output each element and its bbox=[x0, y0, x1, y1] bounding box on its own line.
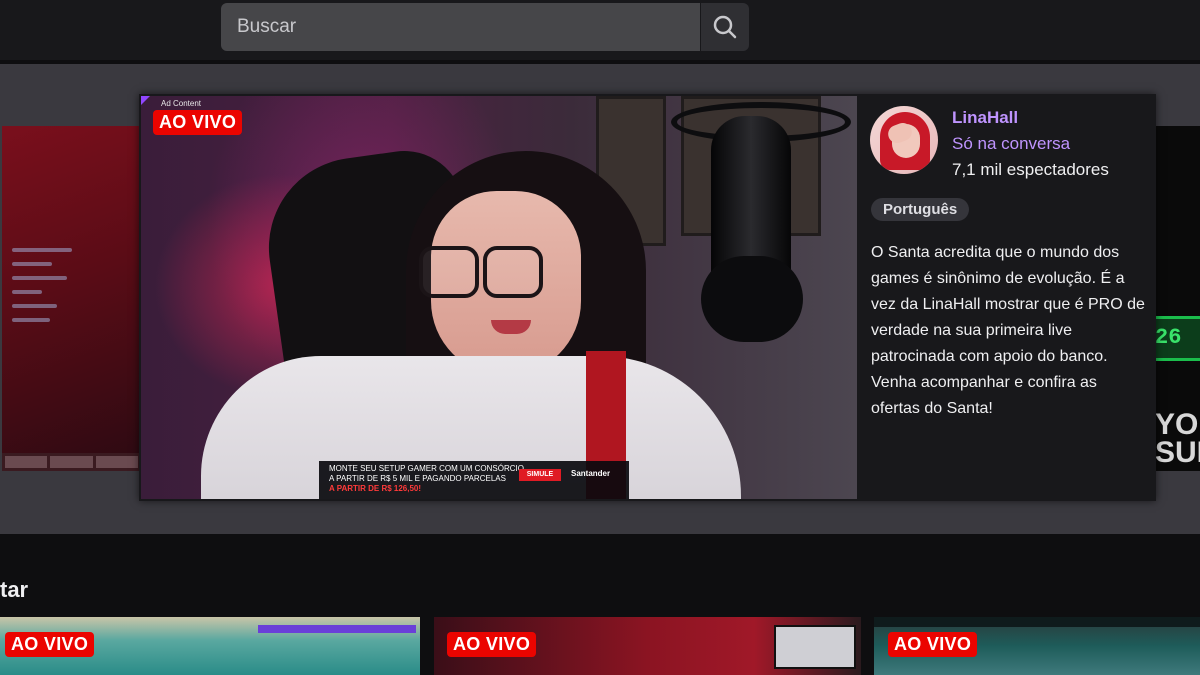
webcam-overlay bbox=[774, 625, 856, 669]
thumbnail-strip bbox=[2, 453, 141, 471]
search-icon bbox=[713, 15, 737, 39]
chat-line bbox=[12, 276, 67, 280]
carousel-card-next[interactable]: 26 YO SUM bbox=[1155, 126, 1200, 471]
overlay-text: YO SUM bbox=[1155, 408, 1200, 469]
stream-video-preview[interactable]: MONTE SEU SETUP GAMER COM UM CONSÓRCIO A… bbox=[141, 96, 857, 499]
chat-line bbox=[12, 290, 42, 294]
stream-thumbnail[interactable]: AO VIVO bbox=[434, 617, 861, 675]
hud-bar bbox=[258, 625, 416, 633]
category-link[interactable]: Só na conversa bbox=[952, 134, 1070, 154]
live-badge: AO VIVO bbox=[888, 632, 978, 657]
live-badge: AO VIVO bbox=[5, 632, 95, 657]
sponsor-overlay: MONTE SEU SETUP GAMER COM UM CONSÓRCIO A… bbox=[319, 461, 629, 499]
glasses-left bbox=[419, 246, 479, 298]
timer-display: 26 bbox=[1155, 316, 1200, 361]
chat-line bbox=[12, 248, 72, 252]
channel-avatar[interactable] bbox=[870, 106, 938, 174]
stream-thumbnail[interactable]: AO VIVO bbox=[0, 617, 420, 675]
live-badge: AO VIVO bbox=[447, 632, 537, 657]
channel-name-link[interactable]: LinaHall bbox=[952, 108, 1018, 128]
featured-stream-card: MONTE SEU SETUP GAMER COM UM CONSÓRCIO A… bbox=[139, 94, 1156, 501]
chat-line bbox=[12, 318, 50, 322]
glasses-right bbox=[483, 246, 543, 298]
top-nav-bar bbox=[0, 0, 1200, 62]
search-bar bbox=[221, 3, 749, 51]
search-button[interactable] bbox=[701, 3, 749, 51]
chat-line bbox=[12, 304, 57, 308]
language-tag[interactable]: Português bbox=[871, 198, 970, 221]
carousel-card-previous[interactable] bbox=[2, 126, 141, 471]
simule-button: SIMULE bbox=[519, 469, 561, 481]
ad-content-label: Ad Content bbox=[161, 99, 202, 108]
sponsor-logo: Santander bbox=[571, 469, 611, 478]
corner-indicator bbox=[141, 96, 150, 105]
stream-description: O Santa acredita que o mundo dos games é… bbox=[871, 244, 1145, 417]
game-hud bbox=[874, 617, 1200, 627]
live-badge: AO VIVO bbox=[153, 110, 243, 135]
section-title: tar bbox=[0, 577, 29, 602]
viewer-count: 7,1 mil espectadores bbox=[952, 160, 1109, 179]
stream-thumbnail[interactable]: AO VIVO bbox=[874, 617, 1200, 675]
search-input[interactable] bbox=[221, 3, 701, 51]
chat-line bbox=[12, 262, 52, 266]
microphone-foam bbox=[701, 256, 803, 342]
